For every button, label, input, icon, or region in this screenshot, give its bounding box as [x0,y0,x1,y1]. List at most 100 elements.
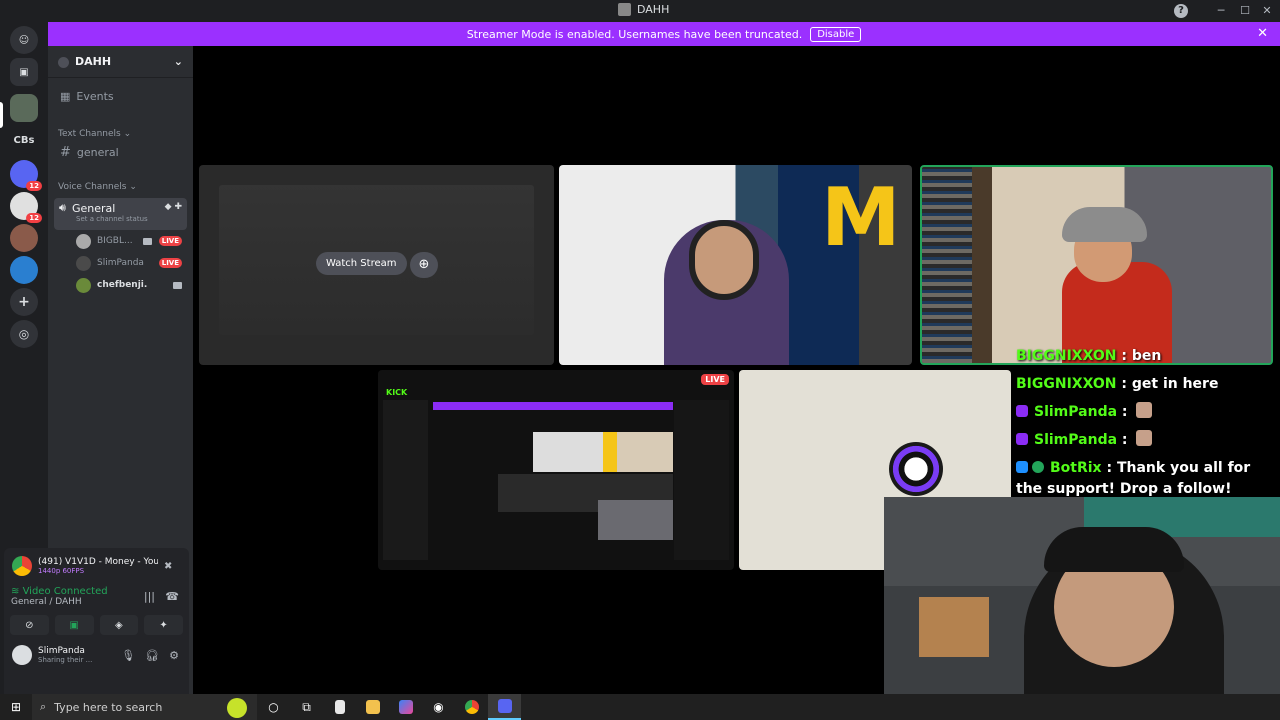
chat-message: BotRix : Thank you all for the support! … [1012,457,1280,501]
inbox-icon[interactable]: ▣ [10,58,38,86]
panda-logo [889,442,943,496]
windows-start-icon[interactable]: ⊞ [0,700,32,714]
live-badge: LIVE [701,374,729,385]
cortana-icon[interactable]: ○ [257,694,290,720]
server-dahh[interactable] [10,94,38,122]
avatar [76,233,91,249]
voice-actions: ⊘ ▣ ◈ ✦ [4,609,189,641]
bot-badge-icon [1016,461,1028,473]
voice-user-name: chefbenji. [97,280,148,290]
taskbar-search[interactable]: ⌕ Type here to search [32,694,257,720]
server-cbs[interactable]: CBs [10,126,38,154]
banner-text: Streamer Mode is enabled. Usernames have… [466,27,803,41]
signal-icon: ≋ [11,586,23,597]
channel-status[interactable]: Set a channel status [59,215,182,223]
chat-message: SlimPanda : [1012,401,1280,424]
headphones-icon[interactable]: 🎧︎ [145,649,159,662]
chat-separator: : [1116,348,1132,364]
chat-separator: : [1116,376,1132,392]
close-banner-icon[interactable]: ✕ [1257,26,1268,41]
kick-logo: KICK [386,388,408,397]
server-3[interactable]: 12 [10,160,42,191]
avatar [76,277,91,293]
emote-icon [1136,430,1153,446]
chat-message: BIGGNIXXON : get in here [1012,373,1280,396]
connection-status-text: Video Connected [22,586,108,597]
tennis-ball-icon [227,698,247,718]
connection-location[interactable]: General / DAHH [11,597,182,607]
add-server-icon[interactable]: + [10,288,38,316]
connection-status: ≋ Video Connected General / DAHH ||| ☎ [4,584,189,609]
video-tile-2[interactable] [920,165,1273,365]
close-window-button[interactable]: ✕ [1258,2,1276,20]
subscriber-badge-icon [1016,405,1028,417]
add-stream-icon[interactable]: ⊕ [410,252,438,278]
live-badge: LIVE [158,258,182,268]
disconnect-icon[interactable]: ☎ [165,590,179,603]
disable-streamer-mode-button[interactable]: Disable [810,26,862,42]
chat-user: SlimPanda [1034,432,1118,448]
activity-button[interactable]: ◈ [99,615,139,635]
user-panel[interactable]: SlimPanda Sharing their ... 🎙︎ 🎧︎ ⚙ [4,641,189,669]
copilot-icon[interactable] [389,694,422,720]
voice-user[interactable]: BIGBL... LIVE [76,230,186,252]
task-view-icon[interactable]: ⧉ [290,694,323,720]
file-icon[interactable] [323,694,356,720]
screen-share-tile[interactable]: KICK LIVE [378,370,734,570]
kick-sidebar [383,400,428,560]
voice-user[interactable]: SlimPanda LIVE [76,252,186,274]
search-placeholder: Type here to search [54,700,163,714]
maximize-button[interactable]: ☐ [1236,2,1254,20]
events-item[interactable]: ▦ Events [48,90,193,103]
desk [919,597,989,657]
voice-channels-category[interactable]: Voice Channels ⌄ [48,182,193,192]
text-category-label: Text Channels [58,129,121,139]
chrome-icon[interactable] [455,694,488,720]
windows-taskbar: ⊞ ⌕ Type here to search ○ ⧉ ◉ [0,694,1280,720]
discord-taskbar-icon[interactable] [488,694,521,720]
chat-separator: : [1101,460,1117,476]
obs-icon[interactable]: ◉ [422,694,455,720]
text-channels-category[interactable]: Text Channels ⌄ [48,129,193,139]
window-title: DAHH [618,3,669,16]
subscriber-badge-icon [1016,433,1028,445]
watch-stream-button[interactable]: Watch Stream [316,252,407,275]
verified-badge-icon [1032,461,1044,473]
stop-stream-icon[interactable]: ✖ [164,561,172,572]
soundboard-button[interactable]: ✦ [144,615,183,635]
guild-header[interactable]: DAHH ⌄ [48,46,193,78]
server-4[interactable]: 12 [10,192,42,223]
voice-user-name: SlimPanda [97,258,144,268]
video-tile-1[interactable]: M [559,165,912,365]
microphone-icon[interactable]: 🎙︎ [121,649,135,662]
gear-icon[interactable]: ⚙ [169,649,179,662]
voice-category-label: Voice Channels [58,182,127,192]
stream-preview[interactable]: (491) V1V1D - Money - YouT... 1440p 60FP… [4,548,189,584]
camera-icon [143,237,152,245]
nested-video [533,432,673,472]
server-6[interactable] [10,256,38,284]
chrome-icon [12,556,32,576]
nested-video [598,500,673,540]
soundwave-icon[interactable]: ||| [144,590,155,603]
help-icon[interactable]: ? [1174,4,1188,18]
discover-icon[interactable]: ◎ [10,320,38,348]
chat-text: ben [1131,348,1162,364]
cap [1044,527,1184,572]
hashtag-icon: # [60,145,71,160]
file-explorer-icon[interactable] [356,694,389,720]
camera-off-button[interactable]: ⊘ [10,615,49,635]
discord-home-icon[interactable]: ☺ [10,26,38,54]
hat [1062,207,1147,242]
chevron-down-icon: ⌄ [173,55,183,68]
channel-general[interactable]: # general [48,145,193,160]
server-5[interactable] [10,224,38,252]
movie-shelf [922,167,972,363]
minimize-button[interactable]: ─ [1212,2,1230,20]
stream-tile[interactable]: Watch Stream ⊕ [199,165,554,365]
chat-icon[interactable]: ◆ ✚ [165,202,182,212]
voice-channel-general[interactable]: 🔊︎ General Set a channel status ◆ ✚ [54,198,187,230]
voice-user[interactable]: chefbenji. [76,274,186,296]
screen-share-button[interactable]: ▣ [54,615,94,635]
chat-user: SlimPanda [1034,404,1118,420]
